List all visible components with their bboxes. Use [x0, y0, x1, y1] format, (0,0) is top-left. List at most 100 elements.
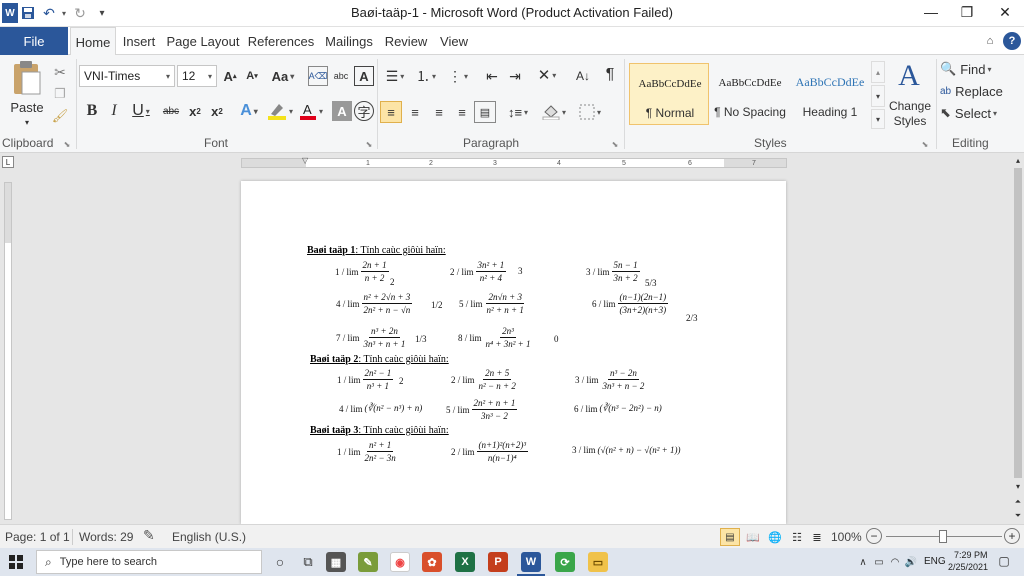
align-center-icon[interactable]: ≡ — [404, 101, 426, 123]
scroll-up-icon[interactable]: ▴ — [1012, 154, 1024, 166]
zoom-slider-thumb[interactable] — [939, 530, 947, 543]
clock-time[interactable]: 7:29 PM — [954, 550, 988, 560]
show-formatting-marks-icon[interactable]: ¶ — [600, 65, 620, 85]
phonetic-guide-icon[interactable]: abc — [331, 66, 351, 86]
text-effects-icon[interactable]: A ▾ — [236, 101, 262, 121]
next-page-icon[interactable]: ⏷ — [1012, 510, 1024, 522]
taskbar-app-icon[interactable]: ✿ — [422, 552, 442, 572]
shrink-font-icon[interactable]: A ▾ — [243, 67, 261, 85]
styles-scroll-up-icon[interactable]: ▴ — [871, 61, 885, 83]
windows-start-icon[interactable] — [6, 552, 26, 572]
outline-icon[interactable]: ☷ — [788, 528, 806, 546]
align-left-icon[interactable]: ≡ — [380, 101, 402, 123]
scrollbar-thumb[interactable] — [1014, 168, 1022, 478]
taskbar-app-icon[interactable]: ▦ — [326, 552, 346, 572]
maximize-button[interactable]: ❐ — [948, 0, 986, 24]
sort-icon[interactable]: A↓ — [573, 67, 593, 85]
word-app-icon[interactable]: W — [2, 3, 18, 23]
first-line-indent-marker[interactable]: ▽ — [302, 156, 308, 165]
customize-qat-icon[interactable]: ▾ — [95, 3, 109, 23]
ruler-bar[interactable]: 1 2 3 4 5 6 7 ▽ — [241, 156, 787, 168]
paste-icon[interactable] — [8, 59, 46, 99]
clock-date[interactable]: 2/25/2021 — [948, 562, 988, 572]
decrease-indent-icon[interactable]: ⇤ — [482, 67, 502, 85]
proofing-icon[interactable]: ✎ — [143, 527, 155, 544]
save-icon[interactable] — [18, 3, 38, 23]
task-view-icon[interactable]: ⧉ — [298, 552, 318, 572]
print-layout-icon[interactable]: ▤ — [720, 528, 740, 546]
superscript-icon[interactable]: x2 — [207, 101, 227, 121]
notifications-icon[interactable]: ▢ — [996, 553, 1012, 569]
italic-icon[interactable]: I — [105, 101, 123, 121]
tab-page-layout[interactable]: Page Layout — [164, 27, 242, 55]
font-launcher-icon[interactable]: ⬊ — [364, 139, 374, 149]
character-border-icon[interactable]: A — [354, 66, 374, 86]
language-indicator[interactable]: English (U.S.) — [172, 530, 246, 544]
character-shading-icon[interactable]: A — [332, 101, 352, 121]
close-button[interactable]: ✕ — [986, 0, 1024, 24]
styles-scroll-down-icon[interactable]: ▾ — [871, 85, 885, 107]
paste-button[interactable]: Paste — [6, 99, 48, 115]
font-size-box[interactable]: 12 ▾ — [177, 65, 217, 87]
document-page[interactable]: Baøi taäp 1: Tính caùc giôùi haïn: 1 / l… — [241, 181, 786, 524]
numbering-icon[interactable]: ⒈ ▾ — [412, 67, 440, 85]
taskbar-app-icon[interactable]: ⟳ — [555, 552, 575, 572]
paragraph-launcher-icon[interactable]: ⬊ — [610, 139, 620, 149]
change-styles-button[interactable]: Change Styles — [886, 97, 934, 131]
show-hidden-icons-icon[interactable]: ∧ — [856, 554, 870, 570]
powerpoint-icon[interactable]: P — [488, 552, 508, 572]
taskbar-search[interactable]: ⌕ Type here to search — [36, 550, 262, 574]
replace-button[interactable]: ab Replace — [940, 81, 1006, 101]
excel-icon[interactable]: X — [455, 552, 475, 572]
undo-dropdown-icon[interactable]: ▾ — [59, 3, 69, 23]
tab-references[interactable]: References — [246, 27, 316, 55]
clipboard-launcher-icon[interactable]: ⬊ — [62, 139, 72, 149]
asian-layout-icon[interactable]: ✕ ▾ — [532, 65, 562, 85]
format-painter-icon[interactable]: 🖌 — [51, 107, 69, 125]
enclose-characters-icon[interactable]: 字 — [354, 101, 374, 121]
cut-icon[interactable]: ✂ — [51, 63, 69, 81]
tab-file[interactable]: File — [0, 27, 68, 55]
minimize-ribbon-icon[interactable]: ⌂ — [982, 33, 998, 49]
previous-page-icon[interactable]: ⏶ — [1012, 496, 1024, 508]
zoom-in-icon[interactable]: + — [1004, 528, 1020, 544]
tab-insert[interactable]: Insert — [118, 27, 160, 55]
volume-icon[interactable]: 🔊 — [904, 554, 918, 570]
word-taskbar-icon[interactable]: W — [521, 552, 541, 572]
bold-icon[interactable]: B — [82, 101, 102, 121]
change-case-icon[interactable]: Aa ▾ — [270, 67, 296, 85]
change-styles-icon[interactable]: A — [890, 59, 928, 93]
align-right-icon[interactable]: ≡ — [428, 101, 450, 123]
justify-icon[interactable]: ≡ — [451, 101, 473, 123]
cortana-icon[interactable]: ○ — [270, 552, 290, 572]
tab-mailings[interactable]: Mailings — [320, 27, 378, 55]
draft-icon[interactable]: ≣ — [808, 528, 826, 546]
redo-icon[interactable]: ↻ — [70, 3, 90, 23]
copy-icon[interactable]: ❐ — [51, 85, 69, 103]
font-color-icon[interactable]: A ▾ — [298, 101, 324, 121]
multilevel-list-icon[interactable]: ⋮ ▾ — [444, 67, 472, 85]
subscript-icon[interactable]: x2 — [185, 101, 205, 121]
word-count[interactable]: Words: 29 — [79, 530, 133, 544]
line-spacing-icon[interactable]: ↕≡ ▾ — [504, 101, 532, 123]
undo-icon[interactable]: ↶ — [39, 3, 59, 23]
font-size-dropdown-icon[interactable]: ▾ — [208, 72, 212, 81]
select-button[interactable]: ⬉ Select ▾ — [940, 103, 1006, 123]
increase-indent-icon[interactable]: ⇥ — [505, 67, 525, 85]
bullets-icon[interactable]: ☰ ▾ — [382, 67, 408, 85]
highlight-color-icon[interactable]: ▾ — [266, 101, 294, 121]
distributed-icon[interactable]: ▤ — [474, 101, 496, 123]
minimize-button[interactable]: — — [912, 0, 950, 24]
paste-dropdown-icon[interactable]: ▾ — [20, 117, 34, 127]
style-heading-1[interactable]: AaBbCcDdEe Heading 1 — [790, 63, 870, 125]
tab-review[interactable]: Review — [382, 27, 430, 55]
styles-more-icon[interactable]: ▾ — [871, 109, 885, 129]
network-icon[interactable]: ◠ — [888, 554, 902, 570]
full-screen-reading-icon[interactable]: 📖 — [744, 528, 762, 546]
find-button[interactable]: 🔍 Find ▾ — [940, 59, 1006, 79]
tab-selector-icon[interactable]: L — [2, 156, 14, 168]
battery-icon[interactable]: ▭ — [872, 554, 886, 570]
vertical-ruler-bar[interactable] — [4, 182, 12, 520]
help-icon[interactable]: ? — [1003, 32, 1021, 50]
underline-icon[interactable]: U ▾ — [128, 101, 154, 121]
